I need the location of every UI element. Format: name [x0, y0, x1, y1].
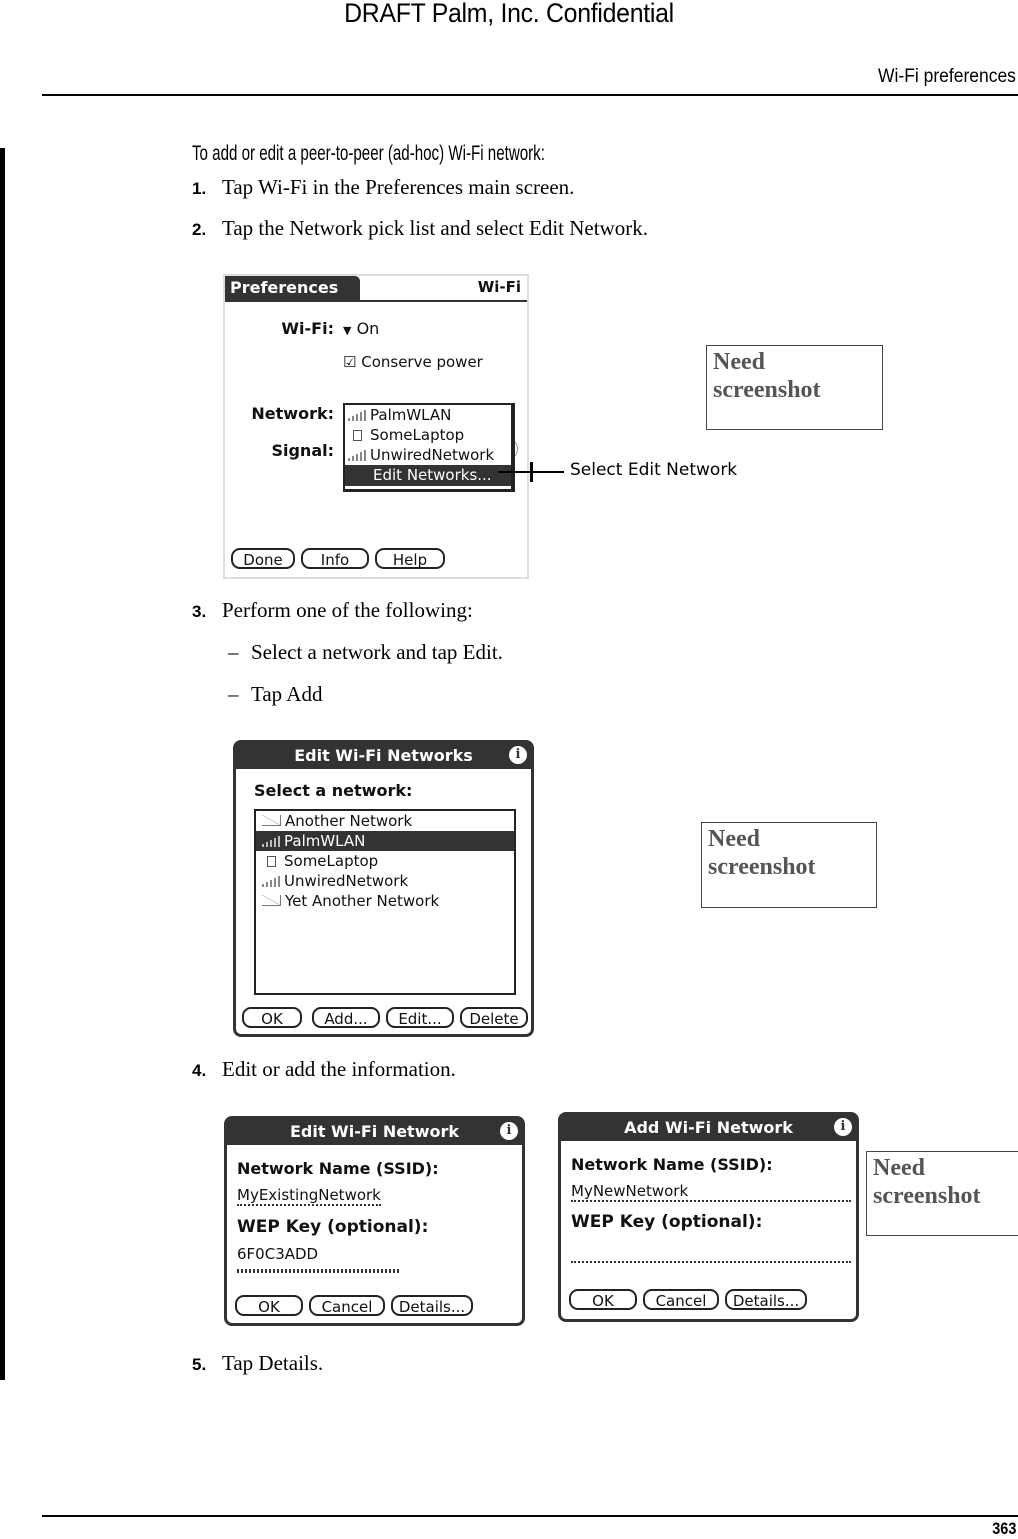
wep-label: WEP Key (optional): [237, 1217, 429, 1237]
page-number: 363 [991, 1519, 1016, 1538]
checkbox-checked-icon: ☑ [343, 353, 357, 371]
signal-icon [262, 836, 280, 847]
ok-button[interactable]: OK [569, 1289, 637, 1310]
wep-underline [237, 1271, 399, 1273]
ssid-label: Network Name (SSID): [237, 1159, 439, 1178]
conserve-power-label: Conserve power [361, 353, 483, 371]
step-number: 3. [192, 602, 207, 621]
step-number: 4. [192, 1061, 207, 1080]
edit-networks-dialog: Edit Wi-Fi Networks i Select a network: … [233, 740, 534, 1037]
wifi-picker[interactable]: ▼ On [343, 319, 379, 338]
done-button[interactable]: Done [231, 548, 295, 569]
dropdown-arrow-icon: ▼ [343, 324, 352, 337]
dialog-title: Edit Wi-Fi Networks i [236, 743, 531, 769]
network-picklist[interactable]: PalmWLAN SomeLaptop UnwiredNetwork Edit … [343, 403, 515, 492]
add-button[interactable]: Add... [312, 1007, 380, 1028]
need-screenshot-placeholder: Need screenshot [706, 345, 883, 430]
ok-button[interactable]: OK [235, 1295, 303, 1316]
info-button[interactable]: Info [301, 548, 369, 569]
wep-key-field[interactable] [571, 1245, 851, 1263]
edit-button[interactable]: Edit... [386, 1007, 454, 1028]
dialog-title: Edit Wi-Fi Network i [227, 1119, 522, 1145]
wep-key-field[interactable]: 6F0C3ADD [237, 1245, 399, 1271]
network-list-item[interactable]: Yet Another Network [256, 891, 514, 911]
signal-label: Signal: [271, 441, 334, 460]
step-number: 1. [192, 179, 207, 198]
adhoc-icon [262, 815, 281, 826]
title-rule [225, 300, 527, 302]
ssid-field[interactable]: MyExistingNetwork [237, 1186, 381, 1206]
info-icon[interactable]: i [500, 1122, 518, 1140]
wifi-label: Wi-Fi: [281, 319, 334, 338]
ssid-label: Network Name (SSID): [571, 1155, 773, 1174]
need-screenshot-placeholder: Need screenshot [866, 1151, 1018, 1236]
step-3-option-1: – Select a network and tap Edit. [228, 640, 503, 665]
picklist-item[interactable]: UnwiredNetwork [345, 445, 511, 465]
step-3: 3. Perform one of the following: [192, 598, 473, 623]
network-list[interactable]: Another Network PalmWLAN SomeLaptop Unwi… [254, 809, 516, 995]
bullet: – [228, 682, 239, 706]
picklist-item[interactable]: PalmWLAN [345, 405, 511, 425]
step-2: 2. Tap the Network pick list and select E… [192, 216, 648, 241]
adhoc-icon [262, 895, 281, 906]
step-text: Edit or add the information. [222, 1057, 456, 1081]
signal-icon [348, 450, 366, 461]
network-list-item[interactable]: UnwiredNetwork [256, 871, 514, 891]
signal-icon [348, 410, 366, 421]
network-list-item[interactable]: Another Network [256, 811, 514, 831]
conserve-power-checkbox[interactable]: ☑ Conserve power [343, 353, 483, 371]
ok-button[interactable]: OK [242, 1007, 302, 1028]
change-bar [0, 148, 5, 1380]
info-icon[interactable]: i [509, 746, 527, 764]
need-screenshot-placeholder: Need screenshot [701, 822, 877, 908]
wifi-value: On [356, 319, 380, 338]
delete-button[interactable]: Delete [460, 1007, 528, 1028]
callout-select-edit-network: Select Edit Network [570, 460, 738, 480]
step-5: 5. Tap Details. [192, 1351, 323, 1376]
network-list-item-selected[interactable]: PalmWLAN [256, 831, 514, 851]
laptop-icon [353, 430, 362, 441]
ssid-field[interactable]: MyNewNetwork [571, 1182, 851, 1202]
step-4: 4. Edit or add the information. [192, 1057, 456, 1082]
bullet: – [228, 640, 239, 664]
signal-icon [262, 876, 280, 887]
wep-label: WEP Key (optional): [571, 1212, 763, 1232]
running-head: Wi-Fi preferences [878, 66, 1016, 87]
step-number: 5. [192, 1355, 207, 1374]
draft-watermark: DRAFT Palm, Inc. Confidential [344, 0, 674, 28]
option-text: Select a network and tap Edit. [251, 640, 503, 664]
step-text: Tap Details. [222, 1351, 324, 1375]
footer-rule [42, 1515, 1018, 1517]
picklist-item[interactable]: SomeLaptop [345, 425, 511, 445]
cancel-button[interactable]: Cancel [309, 1295, 385, 1316]
header-rule [42, 94, 1018, 96]
picklist-item-edit-networks[interactable]: Edit Networks... [345, 465, 511, 486]
add-network-dialog: Add Wi-Fi Network i Network Name (SSID):… [558, 1112, 859, 1322]
step-1: 1. Tap Wi-Fi in the Preferences main scre… [192, 175, 574, 200]
preferences-title: Preferences [225, 276, 360, 300]
procedure-heading: To add or edit a peer-to-peer (ad-hoc) W… [192, 142, 545, 165]
step-text: Tap Wi-Fi in the Preferences main screen… [222, 175, 575, 199]
step-text: Perform one of the following: [222, 598, 473, 622]
step-3-option-2: – Tap Add [228, 682, 322, 707]
select-network-prompt: Select a network: [254, 781, 413, 800]
details-button[interactable]: Details... [391, 1295, 473, 1316]
panel-label: Wi-Fi [477, 278, 521, 296]
laptop-icon [267, 856, 276, 867]
step-number: 2. [192, 220, 207, 239]
option-text: Tap Add [251, 682, 323, 706]
details-button[interactable]: Details... [725, 1289, 807, 1310]
preferences-screen: Preferences Wi-Fi Wi-Fi: ▼ On ☑ Conserve… [223, 274, 529, 579]
help-button[interactable]: Help [375, 548, 445, 569]
network-list-item[interactable]: SomeLaptop [256, 851, 514, 871]
network-label: Network: [251, 404, 334, 423]
info-icon[interactable]: i [834, 1118, 852, 1136]
step-text: Tap the Network pick list and select Edi… [222, 216, 648, 240]
callout-tick [530, 462, 533, 482]
cancel-button[interactable]: Cancel [643, 1289, 719, 1310]
dialog-title: Add Wi-Fi Network i [561, 1115, 856, 1141]
edit-network-dialog: Edit Wi-Fi Network i Network Name (SSID)… [224, 1116, 525, 1326]
